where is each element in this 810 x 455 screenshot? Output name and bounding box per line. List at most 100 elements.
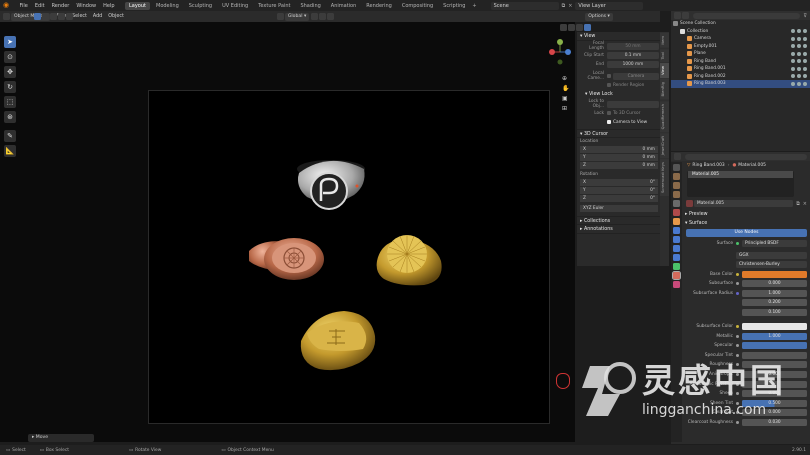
camera-view-icon[interactable]: ▣ (562, 94, 569, 104)
measure-tool-icon[interactable]: 📐 (4, 145, 16, 157)
menu-render[interactable]: Render (48, 3, 73, 9)
outliner-search-input[interactable] (693, 12, 801, 19)
tab-scripting[interactable]: Scripting (439, 2, 469, 10)
scene-tab-icon[interactable] (673, 200, 680, 207)
sidebar-tab-item[interactable]: Item (660, 33, 669, 48)
tab-animation[interactable]: Animation (327, 2, 361, 10)
copy-icon[interactable]: ⧉ (562, 3, 566, 9)
rotate-tool-icon[interactable]: ↻ (4, 81, 16, 93)
scene-selector[interactable]: Scene (490, 1, 559, 10)
menu-edit[interactable]: Edit (31, 3, 48, 9)
output-tab-icon[interactable] (673, 182, 680, 189)
select-toggle-icon[interactable] (791, 51, 795, 56)
transform-tool-icon[interactable]: ⊛ (4, 111, 16, 123)
camera-render-icon[interactable] (803, 81, 807, 86)
properties-search-input[interactable] (685, 153, 807, 160)
annotations-header[interactable]: ▸ Annotations (577, 225, 661, 234)
select-toggle-icon[interactable] (791, 74, 795, 79)
cursor-loc-x[interactable]: X0 mm (580, 146, 658, 153)
view-section-header[interactable]: ▾ View (577, 32, 661, 41)
cursor-loc-y[interactable]: Y0 mm (580, 154, 658, 161)
tab-texture-paint[interactable]: Texture Paint (254, 2, 294, 10)
surface-shader-field[interactable]: Principled BSDF (742, 239, 807, 247)
select-toggle-icon[interactable] (791, 44, 795, 49)
use-nodes-button[interactable]: Use Nodes (686, 229, 807, 237)
focal-length-field[interactable]: 50 mm (607, 42, 659, 50)
pan-icon[interactable]: ✋ (562, 84, 569, 94)
tool-tab-icon[interactable] (673, 164, 680, 171)
gold-signet-ring[interactable] (300, 311, 376, 371)
tab-modeling[interactable]: Modeling (152, 2, 183, 10)
subsurface-method-dropdown[interactable]: Christensen-Burley (736, 261, 807, 269)
3d-cursor-header[interactable]: ▾ 3D Cursor (577, 129, 661, 138)
select-extend-icon[interactable] (42, 13, 49, 20)
outliner-row[interactable]: Plane (671, 50, 810, 58)
menu-help[interactable]: Help (100, 3, 118, 9)
select-invert-icon[interactable] (58, 13, 65, 20)
eye-icon[interactable] (797, 59, 801, 64)
view-layer-selector[interactable]: View Layer (575, 1, 644, 10)
transform-pivot-icon[interactable] (276, 13, 284, 20)
camera-render-icon[interactable] (803, 36, 807, 41)
tab-sculpting[interactable]: Sculpting (185, 2, 216, 10)
properties-editor-icon[interactable] (674, 153, 681, 160)
options-dropdown[interactable]: Options ▾ (585, 12, 613, 21)
camera-render-icon[interactable] (803, 59, 807, 64)
outliner-row[interactable]: Collection (671, 28, 810, 36)
menu-file[interactable]: File (16, 3, 31, 9)
subsurface-radius-3[interactable]: 0.100 (742, 309, 807, 317)
scale-tool-icon[interactable]: ⬚ (4, 96, 16, 108)
collections-header[interactable]: ▸ Collections (577, 216, 661, 225)
cursor-loc-z[interactable]: Z0 mm (580, 162, 658, 169)
outliner-editor-icon[interactable] (674, 12, 681, 19)
material-browse-icon[interactable] (686, 200, 693, 207)
tab-compositing[interactable]: Compositing (398, 2, 437, 10)
eye-icon[interactable] (797, 81, 801, 86)
menu-add[interactable]: Add (90, 14, 105, 19)
eye-icon[interactable] (797, 51, 801, 56)
last-operator-panel[interactable]: ▸ Move (28, 434, 94, 442)
eye-icon[interactable] (797, 29, 801, 34)
filter-icon[interactable]: ⊽ (803, 13, 807, 19)
cursor-rot-y[interactable]: Y 0° (580, 187, 658, 194)
camera-render-icon[interactable] (803, 66, 807, 71)
select-toggle-icon[interactable] (791, 66, 795, 71)
texture-tab-icon[interactable] (673, 281, 680, 288)
close-icon[interactable]: × (568, 3, 572, 9)
move-tool-icon[interactable]: ✥ (4, 66, 16, 78)
proportional-edit-icon[interactable] (327, 13, 335, 20)
viewport-3d[interactable]: ⊕ ✋ ▣ ⊞ ▸ Move (0, 22, 575, 442)
unlink-material-icon[interactable]: × (803, 201, 807, 207)
menu-object[interactable]: Object (105, 14, 127, 19)
rotation-mode-dropdown[interactable]: XYZ Euler (580, 205, 658, 212)
local-camera-checkbox[interactable] (607, 74, 611, 78)
solid-shading-icon[interactable] (576, 24, 583, 31)
tab-shading[interactable]: Shading (296, 2, 324, 10)
data-tab-icon[interactable] (673, 263, 680, 270)
specular-field[interactable] (742, 342, 807, 350)
display-mode-icon[interactable] (682, 12, 689, 19)
sidebar-tab-tool[interactable]: Tool (660, 48, 669, 63)
ortho-icon[interactable]: ⊞ (562, 104, 569, 114)
render-tab-icon[interactable] (673, 173, 680, 180)
select-tool-icon[interactable]: ➤ (4, 36, 16, 48)
rendered-shading-icon[interactable] (584, 24, 591, 31)
navigation-gizmo[interactable] (548, 38, 572, 74)
subsurface-radius-2[interactable]: 0.200 (742, 299, 807, 307)
sidebar-tab-jewelcraft[interactable]: JewelCraft (660, 132, 669, 159)
sidebar-tab-quadremesh[interactable]: QuadRemesh (660, 100, 669, 132)
zoom-icon[interactable]: ⊕ (562, 74, 569, 84)
particles-tab-icon[interactable] (673, 236, 680, 243)
rose-gold-ring[interactable] (249, 238, 324, 280)
distribution-dropdown[interactable]: GGX (736, 251, 807, 259)
outliner-row[interactable]: Ring Band.003 (671, 80, 810, 88)
cursor-tool-icon[interactable]: ⊙ (4, 51, 16, 63)
select-new-icon[interactable] (34, 13, 41, 20)
material-tab-icon[interactable] (672, 271, 681, 280)
wireframe-shading-icon[interactable] (568, 24, 575, 31)
subsurface-field[interactable]: 0.000 (742, 280, 807, 288)
blender-logo-icon[interactable]: ◉ (3, 1, 13, 10)
cursor-rot-z[interactable]: Z 0° (580, 195, 658, 202)
camera-render-icon[interactable] (803, 51, 807, 56)
orientation-dropdown[interactable]: Global ▾ (284, 12, 310, 21)
